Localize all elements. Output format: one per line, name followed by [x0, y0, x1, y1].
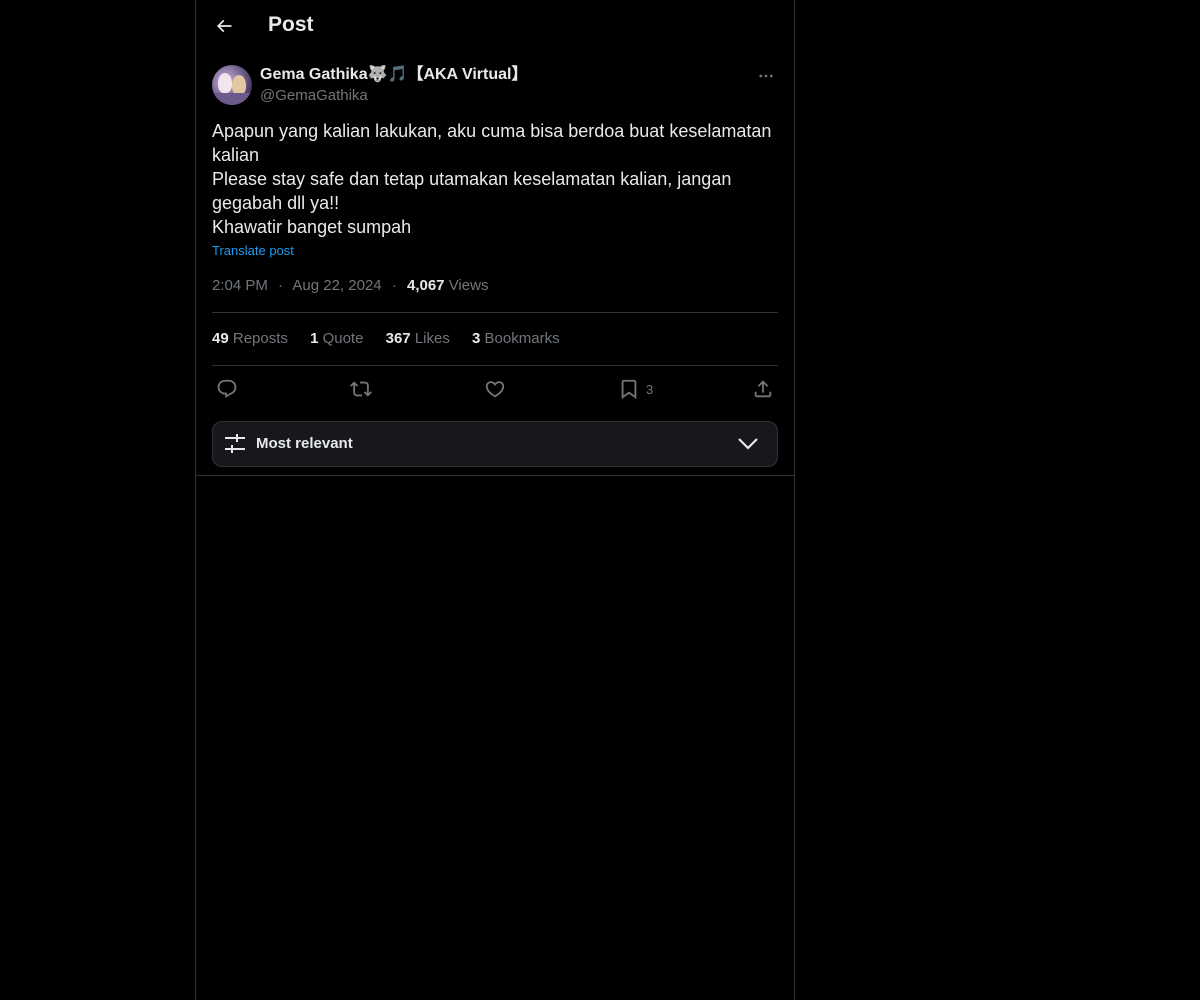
views-count: 4,067 — [406, 277, 445, 294]
bookmarks-count: 3 — [472, 330, 481, 347]
quotes-count: 1 — [310, 330, 319, 347]
share-icon — [754, 380, 772, 398]
post-meta: 2:04 PM · Aug 22, 2024 · 4,067 Views — [212, 277, 488, 294]
back-arrow-icon — [216, 19, 232, 33]
likes-label: Likes — [414, 330, 450, 347]
post-text-line: Apapun yang kalian lakukan, aku cuma bis… — [212, 121, 772, 165]
bookmark-count: 3 — [646, 381, 654, 397]
quotes-stat[interactable]: 1 Quote — [310, 330, 363, 347]
likes-stat[interactable]: 367 Likes — [386, 330, 450, 347]
more-icon — [759, 74, 773, 78]
likes-count: 367 — [385, 330, 411, 347]
bookmark-button[interactable]: 3 — [618, 376, 653, 402]
main-column: Post Gema Gathika🐺🎵【AKA Virtual】 @GemaGa… — [195, 0, 795, 1000]
quotes-label: Quote — [322, 330, 364, 347]
like-icon — [485, 381, 505, 398]
repost-icon — [350, 381, 372, 397]
reply-icon — [217, 379, 237, 398]
post-stats: 49 Reposts 1 Quote 367 Likes 3 Bookmarks — [212, 330, 578, 347]
reposts-label: Reposts — [232, 330, 288, 347]
divider — [212, 312, 778, 313]
sort-label: Most relevant — [256, 435, 353, 452]
post-text-line: Please stay safe dan tetap utamakan kese… — [212, 169, 732, 213]
sliders-icon — [225, 434, 245, 453]
views-label: Views — [448, 277, 489, 294]
share-button[interactable] — [752, 376, 774, 402]
bookmark-icon — [621, 379, 637, 400]
meta-separator: · — [278, 277, 284, 294]
reposts-count: 49 — [212, 330, 229, 347]
post-actions: 3 — [212, 376, 778, 402]
divider — [196, 475, 794, 476]
bookmarks-label: Bookmarks — [484, 330, 560, 347]
sort-replies-dropdown[interactable]: Most relevant — [212, 421, 778, 467]
like-button[interactable] — [484, 376, 506, 402]
page-title: Post — [268, 13, 314, 36]
meta-separator: · — [391, 277, 397, 294]
post-date[interactable]: Aug 22, 2024 — [292, 277, 381, 294]
author-info: Gema Gathika🐺🎵【AKA Virtual】 @GemaGathika — [260, 64, 527, 106]
post-text-line: Khawatir banget sumpah — [212, 217, 412, 237]
divider — [212, 365, 778, 366]
reply-button[interactable] — [216, 376, 238, 402]
reposts-stat[interactable]: 49 Reposts — [212, 330, 288, 347]
more-options-button[interactable] — [754, 66, 778, 86]
repost-button[interactable] — [350, 376, 372, 402]
author-handle[interactable]: @GemaGathika — [260, 86, 527, 106]
avatar[interactable] — [212, 65, 252, 105]
page-header: Post — [196, 0, 794, 53]
post-text: Apapun yang kalian lakukan, aku cuma bis… — [212, 119, 778, 239]
bookmarks-stat[interactable]: 3 Bookmarks — [472, 330, 560, 347]
back-button[interactable] — [212, 14, 236, 38]
post-time[interactable]: 2:04 PM — [212, 277, 268, 294]
chevron-down-icon — [738, 438, 758, 450]
author-display-name[interactable]: Gema Gathika🐺🎵【AKA Virtual】 — [260, 64, 527, 86]
translate-post-link[interactable]: Translate post — [212, 243, 294, 258]
